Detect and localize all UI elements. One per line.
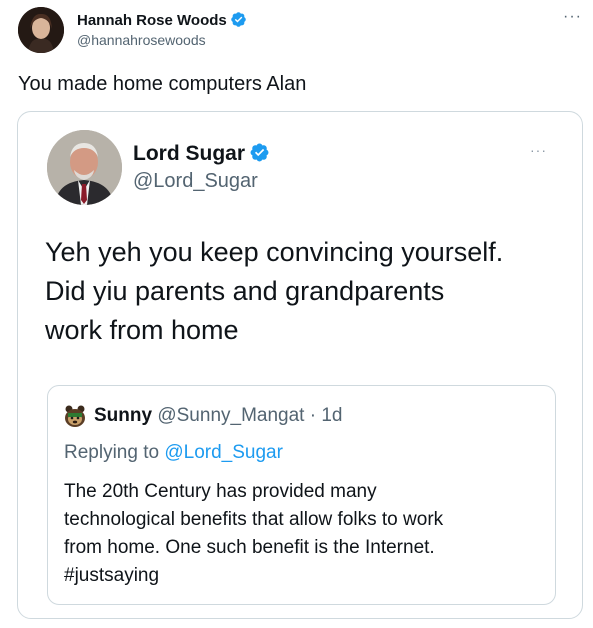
quoted-text-line: Did yiu parents and grandparents bbox=[45, 276, 445, 306]
quoted-author-name-text[interactable]: Lord Sugar bbox=[133, 142, 245, 165]
inner-tweet-text: The 20th Century has provided many techn… bbox=[64, 478, 534, 590]
inner-text-line: The 20th Century has provided many bbox=[64, 481, 377, 502]
author-handle[interactable]: @hannahrosewoods bbox=[77, 32, 206, 48]
avatar-lord-sugar[interactable] bbox=[47, 130, 122, 205]
avatar-image bbox=[18, 7, 64, 53]
replying-to: Replying to @Lord_Sugar bbox=[64, 442, 283, 464]
replying-to-link[interactable]: @Lord_Sugar bbox=[164, 442, 283, 463]
inner-text-line: technological benefits that allow folks … bbox=[64, 509, 444, 530]
quoted-tweet-text: Yeh yeh you keep convincing yourself. Di… bbox=[45, 233, 565, 350]
avatar-image bbox=[65, 405, 85, 427]
author-name[interactable]: Hannah Rose Woods bbox=[77, 11, 247, 29]
quoted-text-line: Yeh yeh you keep convincing yourself. bbox=[45, 237, 504, 267]
quoted-author-handle[interactable]: @Lord_Sugar bbox=[133, 170, 258, 193]
inner-tweet-header[interactable]: Sunny @Sunny_Mangat · 1d bbox=[94, 405, 342, 427]
verified-badge-icon bbox=[230, 12, 246, 27]
more-options-icon[interactable]: ··· bbox=[563, 8, 582, 26]
avatar-image bbox=[47, 130, 122, 205]
quoted-author-name[interactable]: Lord Sugar bbox=[133, 142, 270, 166]
replying-to-label: Replying to bbox=[64, 442, 165, 463]
quoted-text-line: work from home bbox=[45, 315, 239, 345]
inner-text-line: #justsaying bbox=[64, 565, 160, 586]
inner-tweet-time[interactable]: 1d bbox=[321, 405, 342, 426]
more-options-icon[interactable]: ··· bbox=[530, 142, 547, 158]
inner-text-line: from home. One such benefit is the Inter… bbox=[64, 537, 435, 558]
verified-badge-icon bbox=[250, 143, 269, 162]
tweet-text: You made home computers Alan bbox=[18, 73, 307, 95]
separator: · bbox=[304, 405, 322, 426]
avatar-sunny[interactable] bbox=[63, 404, 87, 428]
inner-author-handle[interactable]: @Sunny_Mangat bbox=[157, 405, 304, 426]
inner-author-name[interactable]: Sunny bbox=[94, 405, 152, 426]
avatar-hannah[interactable] bbox=[18, 7, 64, 53]
author-name-text[interactable]: Hannah Rose Woods bbox=[77, 12, 227, 29]
